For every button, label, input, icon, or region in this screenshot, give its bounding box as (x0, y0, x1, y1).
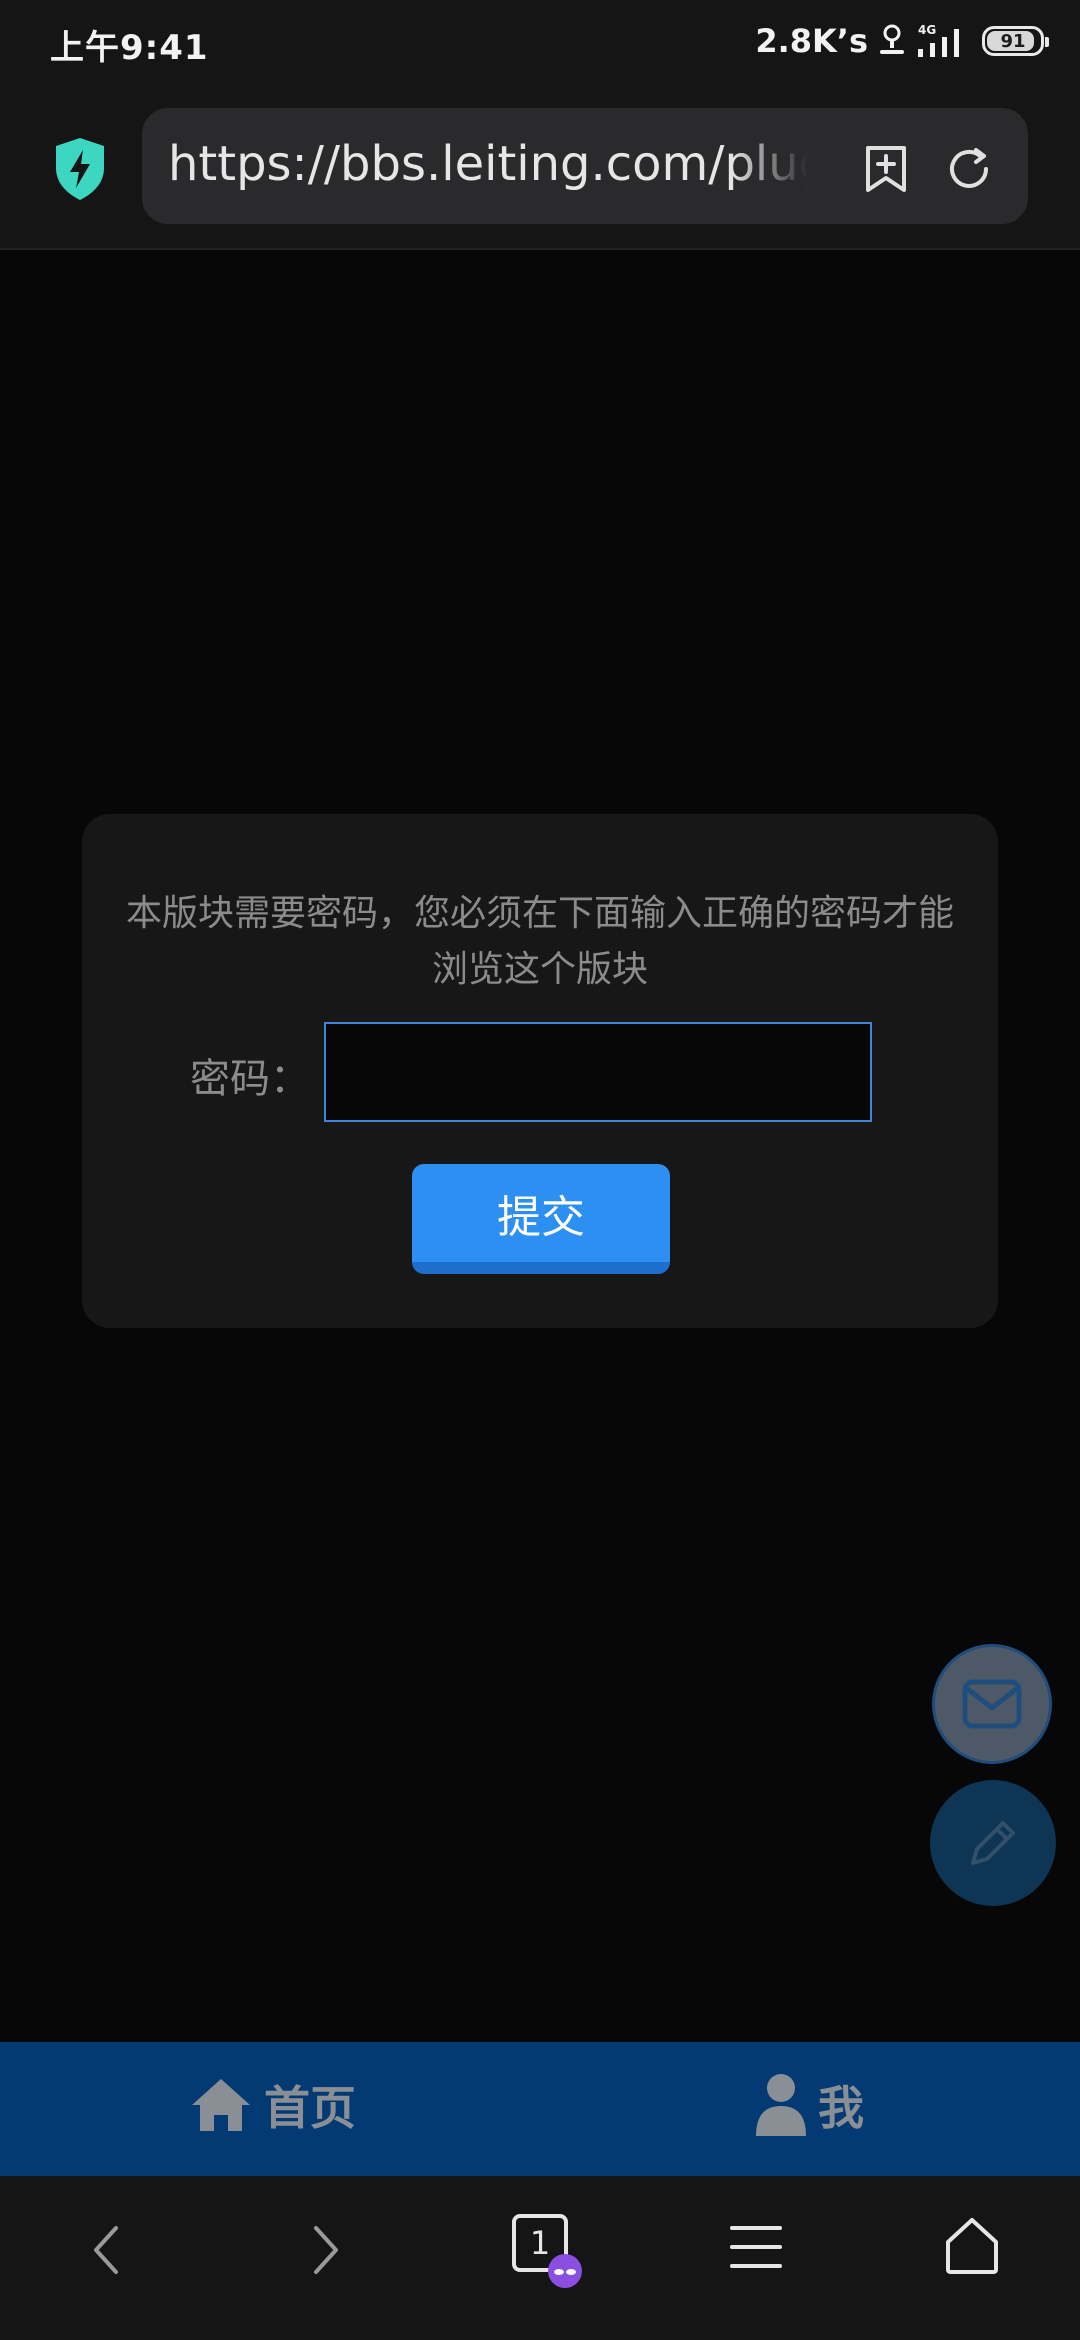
user-icon (756, 2074, 806, 2136)
menu-icon[interactable] (728, 2222, 784, 2272)
house-icon[interactable] (942, 2216, 1002, 2276)
battery-text: 91 (1000, 30, 1026, 52)
password-required-message: 本版块需要密码，您必须在下面输入正确的密码才能浏览这个版块 (125, 893, 954, 990)
mail-icon (962, 1679, 1022, 1729)
battery-icon: 91 (982, 26, 1049, 56)
incognito-icon (548, 2254, 582, 2288)
home-icon (192, 2079, 250, 2131)
compose-button[interactable] (930, 1780, 1056, 1906)
mail-button[interactable] (932, 1644, 1052, 1764)
nav-me[interactable]: 我 (754, 2072, 864, 2138)
nav-home-label: 首页 (264, 2081, 356, 2135)
password-input[interactable] (324, 1022, 872, 1122)
network-speed: 2.8K’s (755, 22, 868, 60)
submit-button[interactable]: 提交 (412, 1164, 670, 1274)
status-indicators: 2.8K’s 4G 91 (755, 22, 1049, 60)
browser-bottom-bar: 1 (0, 2176, 1080, 2340)
url-text[interactable]: https://bbs.leiting.com/plugin.php (168, 136, 808, 192)
reload-icon[interactable] (946, 146, 992, 192)
site-bottom-nav: 首页 我 (0, 2042, 1080, 2176)
bookmark-add-icon[interactable] (864, 144, 908, 194)
wifi-icon (880, 24, 904, 54)
nav-home[interactable]: 首页 (188, 2072, 356, 2138)
password-label: 密码： (190, 1056, 310, 1102)
password-card: 本版块需要密码，您必须在下面输入正确的密码才能浏览这个版块 密码： 提交 (82, 814, 998, 1328)
url-bar[interactable]: https://bbs.leiting.com/plugin.php (142, 108, 1028, 224)
chevron-left-icon[interactable] (88, 2222, 122, 2278)
mask-icon (554, 2269, 576, 2275)
browser-toolbar: https://bbs.leiting.com/plugin.php (0, 92, 1080, 250)
status-bar: 上午9:41 2.8K’s 4G 91 (0, 0, 1080, 92)
nav-me-label: 我 (818, 2081, 864, 2135)
status-time: 上午9:41 (50, 28, 209, 68)
chevron-right-icon[interactable] (310, 2222, 344, 2278)
screen: 上午9:41 2.8K’s 4G 91 https://bbs.leiting.… (0, 0, 1080, 2340)
pencil-icon (971, 1821, 1015, 1865)
shield-bolt-icon[interactable] (52, 136, 108, 202)
network-type-label: 4G (918, 23, 936, 37)
signal-icon: 4G (918, 23, 959, 57)
